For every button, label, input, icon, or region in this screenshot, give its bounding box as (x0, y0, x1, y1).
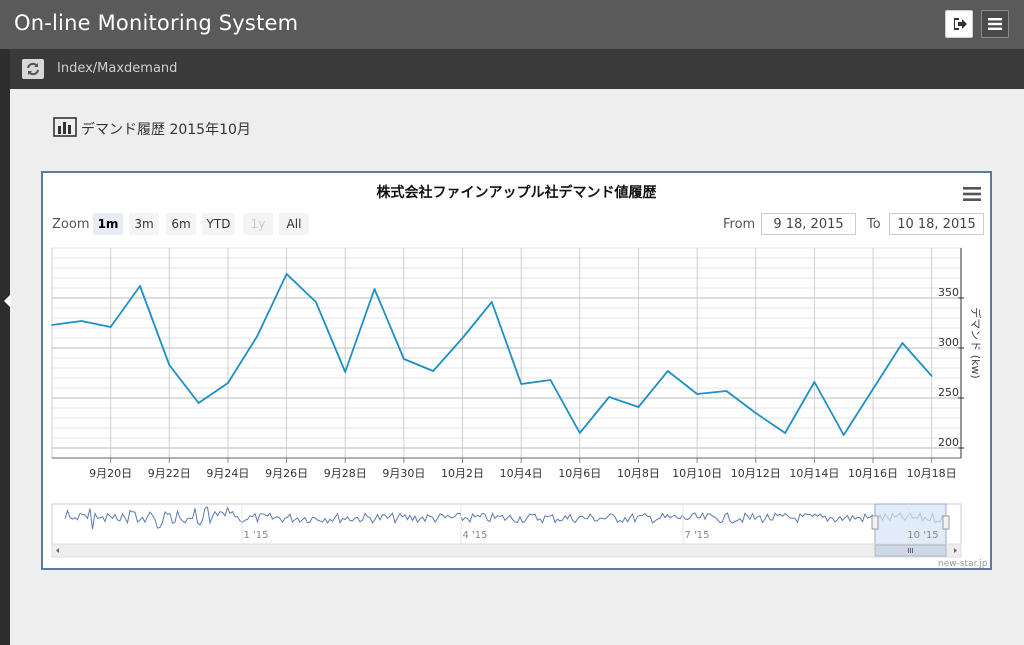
navigator-area (51, 503, 962, 545)
data-point (930, 375, 933, 377)
data-point (784, 432, 786, 434)
data-point (109, 326, 112, 328)
data-point (227, 382, 229, 384)
navigator-label: 1 '15 (243, 530, 268, 541)
top-bar: On-line Monitoring System (0, 0, 1024, 49)
x-tick-label: 9月30日 (382, 467, 425, 480)
x-tick-label: 10月18日 (907, 467, 957, 480)
x-tick-label: 10月2日 (441, 467, 484, 480)
x-tick-label: 9月28日 (324, 467, 367, 480)
data-point (754, 412, 757, 414)
data-point (461, 337, 464, 339)
x-tick-label: 10月12日 (731, 467, 781, 480)
data-point (901, 342, 904, 344)
data-point (667, 370, 669, 372)
data-point (608, 396, 610, 398)
refresh-button[interactable] (22, 59, 44, 79)
breadcrumb-bar: Index/Maxdemand (10, 49, 1024, 89)
data-point (285, 273, 288, 275)
sidebar-collapsed[interactable] (0, 49, 11, 645)
chart-panel: 株式会社ファインアップル社デマンド値履歴 Zoom 1m 3m 6m YTD 1y All… (41, 171, 992, 570)
x-tick-label: 10月6日 (558, 467, 601, 480)
sign-out-icon (954, 18, 967, 30)
page-title: デマンド履歴 2015年10月 (81, 122, 251, 138)
logout-button[interactable] (945, 10, 973, 38)
data-point (725, 390, 728, 392)
x-tick-label: 10月10日 (672, 467, 722, 480)
main-menu-button[interactable] (981, 10, 1009, 38)
navigator-scrollbar-track (51, 543, 962, 558)
data-point (197, 402, 200, 404)
x-tick-label: 9月22日 (148, 467, 191, 480)
bar-chart-icon (53, 117, 77, 137)
data-point (520, 383, 522, 385)
x-tick-label: 10月8日 (617, 467, 660, 480)
data-point (256, 335, 259, 337)
breadcrumb[interactable]: Index/Maxdemand (57, 61, 177, 76)
y-axis-title: デマンド (kw) (969, 307, 983, 378)
data-point (579, 432, 581, 434)
data-point (432, 370, 435, 372)
data-point (51, 324, 53, 326)
data-point (696, 393, 698, 395)
data-point (549, 379, 552, 381)
x-tick-label: 9月20日 (89, 467, 132, 480)
data-point (344, 371, 347, 373)
navigator-left-handle (871, 515, 879, 530)
navigator-right-handle (942, 515, 950, 530)
x-tick-label: 9月24日 (206, 467, 249, 480)
y-tick-label: 250 (938, 386, 959, 399)
data-point (491, 301, 493, 303)
x-tick-label: 10月16日 (848, 467, 898, 480)
hamburger-menu-icon (988, 18, 1002, 30)
data-point (403, 358, 405, 360)
y-tick-label: 350 (938, 286, 959, 299)
credit-link[interactable]: new-star.jp (938, 559, 988, 569)
data-point (842, 434, 845, 436)
x-tick-label: 9月26日 (265, 467, 308, 480)
navigator-label: 10 '15 (907, 530, 938, 541)
plot-area (51, 247, 962, 459)
refresh-icon (27, 62, 39, 76)
data-point (80, 320, 83, 322)
navigator-label: 4 '15 (462, 530, 487, 541)
app-title: On-line Monitoring System (14, 11, 299, 35)
data-point (813, 381, 816, 383)
data-point (373, 288, 376, 290)
y-tick-label: 300 (938, 336, 959, 349)
data-point (315, 301, 317, 303)
x-tick-label: 10月14日 (789, 467, 839, 480)
sidebar-toggle-icon[interactable] (4, 294, 11, 308)
y-tick-label: 200 (938, 436, 959, 449)
data-point (872, 388, 874, 390)
data-point (139, 285, 141, 287)
demand-line-chart: 9月20日 9月22日 9月24日 9月26日 9月28日 9月30日 10月2日 10月4日… (51, 247, 983, 558)
data-point (168, 364, 171, 366)
x-tick-label: 10月4日 (500, 467, 543, 480)
navigator-label: 7 '15 (684, 530, 709, 541)
data-point (637, 406, 640, 408)
